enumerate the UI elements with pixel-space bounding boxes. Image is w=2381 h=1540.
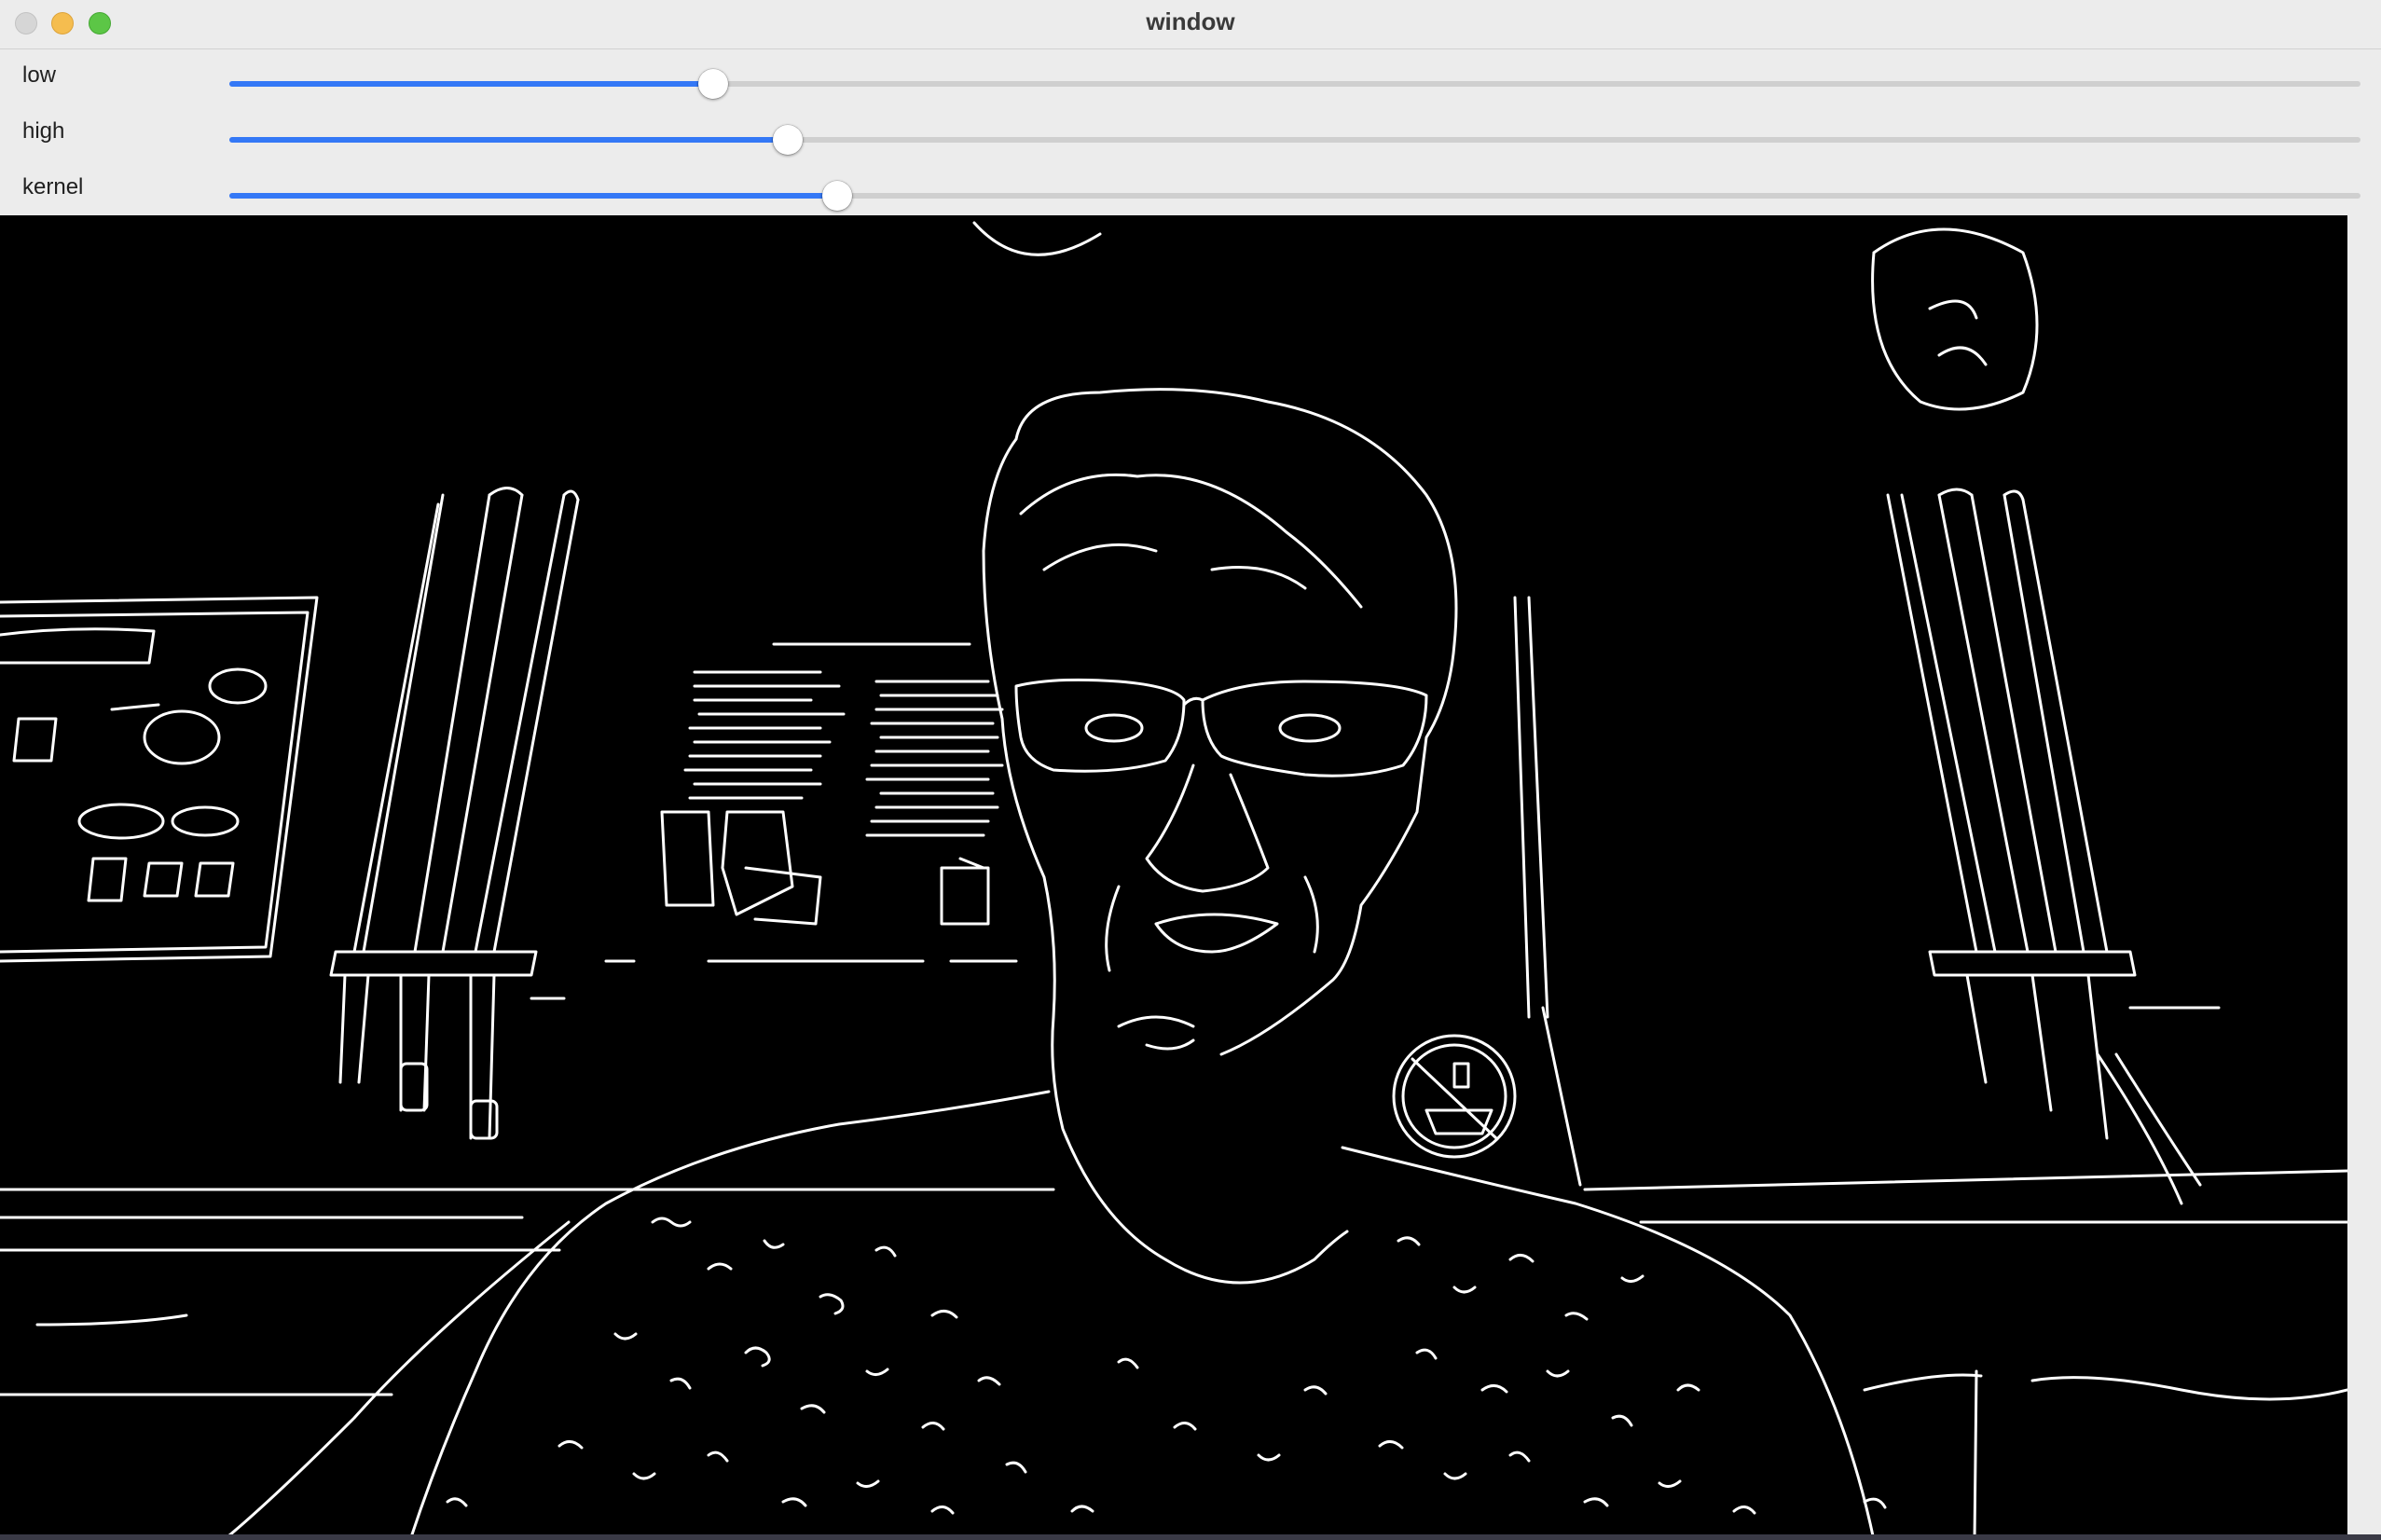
low-slider-fill — [229, 81, 713, 87]
trackbar-kernel-label: kernel — [22, 174, 84, 199]
window-edge-strip — [2347, 215, 2381, 1540]
high-slider[interactable] — [229, 125, 2360, 155]
edge-detection-image — [0, 215, 2347, 1540]
trackbar-low: low — [0, 53, 2381, 109]
low-slider[interactable] — [229, 69, 2360, 99]
kernel-slider-fill — [229, 193, 837, 199]
high-slider-knob[interactable] — [772, 125, 803, 155]
desktop-edge — [0, 1534, 2381, 1540]
high-slider-fill — [229, 137, 788, 143]
trackbar-panel: low high kernel — [0, 49, 2381, 215]
kernel-slider-knob[interactable] — [821, 181, 852, 211]
low-slider-knob[interactable] — [697, 69, 728, 99]
trackbar-high: high — [0, 109, 2381, 165]
canny-edges-canvas — [0, 221, 2347, 1540]
title-bar: window — [0, 0, 2381, 49]
trackbar-kernel: kernel — [0, 165, 2381, 221]
trackbar-low-label: low — [22, 62, 57, 88]
app-window: window low high kernel — [0, 0, 2381, 1540]
trackbar-high-label: high — [22, 118, 65, 144]
window-title: window — [1146, 7, 1235, 35]
kernel-slider[interactable] — [229, 181, 2360, 211]
